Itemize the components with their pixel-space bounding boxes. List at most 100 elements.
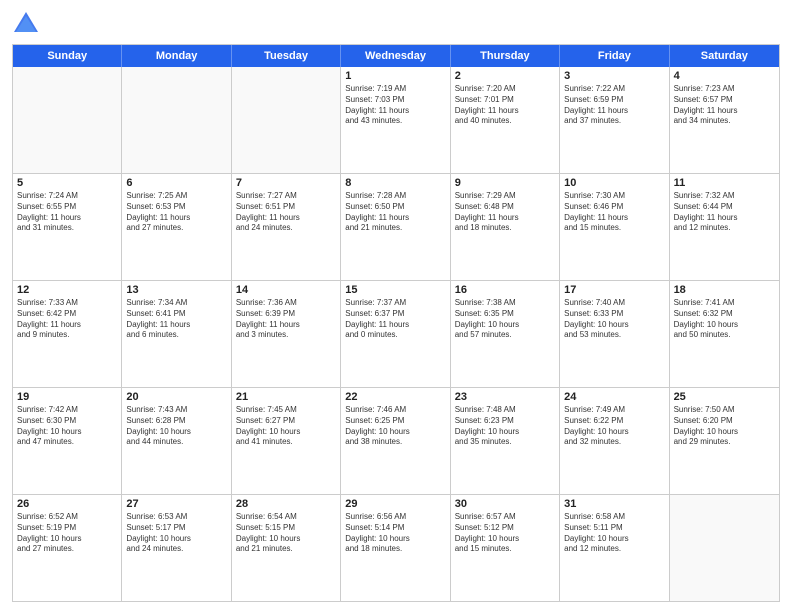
day-number: 26 <box>17 498 117 510</box>
calendar-body: 1Sunrise: 7:19 AM Sunset: 7:03 PM Daylig… <box>13 67 779 601</box>
header-day-wednesday: Wednesday <box>341 45 450 67</box>
day-cell-26: 26 Sunrise: 6:52 AM Sunset: 5:19 PM Dayli… <box>13 495 122 601</box>
day-number: 4 <box>674 70 775 82</box>
day-cell-22: 22Sunrise: 7:46 AM Sunset: 6:25 PM Dayli… <box>341 388 450 494</box>
day-cell-1: 1Sunrise: 7:19 AM Sunset: 7:03 PM Daylig… <box>341 67 450 173</box>
day-info: Sunrise: 6:53 AM Sunset: 5:17 PM Dayligh… <box>126 512 226 555</box>
day-number: 7 <box>236 177 336 189</box>
header-day-saturday: Saturday <box>670 45 779 67</box>
day-cell-2: 2Sunrise: 7:20 AM Sunset: 7:01 PM Daylig… <box>451 67 560 173</box>
day-cell-13: 13Sunrise: 7:34 AM Sunset: 6:41 PM Dayli… <box>122 281 231 387</box>
day-cell-16: 16Sunrise: 7:38 AM Sunset: 6:35 PM Dayli… <box>451 281 560 387</box>
day-number: 21 <box>236 391 336 403</box>
header-day-tuesday: Tuesday <box>232 45 341 67</box>
day-number: 28 <box>236 498 336 510</box>
day-cell-10: 10Sunrise: 7:30 AM Sunset: 6:46 PM Dayli… <box>560 174 669 280</box>
day-info: Sunrise: 7:20 AM Sunset: 7:01 PM Dayligh… <box>455 84 555 127</box>
day-info: Sunrise: 7:23 AM Sunset: 6:57 PM Dayligh… <box>674 84 775 127</box>
day-cell-6: 6Sunrise: 7:25 AM Sunset: 6:53 PM Daylig… <box>122 174 231 280</box>
day-info: Sunrise: 7:49 AM Sunset: 6:22 PM Dayligh… <box>564 405 664 448</box>
day-number: 5 <box>17 177 117 189</box>
day-info: Sunrise: 7:40 AM Sunset: 6:33 PM Dayligh… <box>564 298 664 341</box>
day-info: Sunrise: 7:27 AM Sunset: 6:51 PM Dayligh… <box>236 191 336 234</box>
day-number: 15 <box>345 284 445 296</box>
day-info: Sunrise: 7:29 AM Sunset: 6:48 PM Dayligh… <box>455 191 555 234</box>
day-cell-23: 23 Sunrise: 7:48 AM Sunset: 6:23 PM Dayli… <box>451 388 560 494</box>
day-number: 23 <box>455 391 555 403</box>
day-info: Sunrise: 6:57 AM Sunset: 5:12 PM Dayligh… <box>455 512 555 555</box>
day-number: 19 <box>17 391 117 403</box>
day-info: Sunrise: 7:45 AM Sunset: 6:27 PM Dayligh… <box>236 405 336 448</box>
day-cell-15: 15 Sunrise: 7:37 AM Sunset: 6:37 PM Dayli… <box>341 281 450 387</box>
day-info: Sunrise: 7:37 AM Sunset: 6:37 PM Dayligh… <box>345 298 445 341</box>
day-cell-27: 27Sunrise: 6:53 AM Sunset: 5:17 PM Dayli… <box>122 495 231 601</box>
day-number: 25 <box>674 391 775 403</box>
day-cell-25: 25 Sunrise: 7:50 AM Sunset: 6:20 PM Dayli… <box>670 388 779 494</box>
empty-cell <box>670 495 779 601</box>
calendar-row-0: 1Sunrise: 7:19 AM Sunset: 7:03 PM Daylig… <box>13 67 779 174</box>
calendar-row-4: 26 Sunrise: 6:52 AM Sunset: 5:19 PM Dayli… <box>13 495 779 601</box>
day-cell-18: 18 Sunrise: 7:41 AM Sunset: 6:32 PM Dayli… <box>670 281 779 387</box>
page: SundayMondayTuesdayWednesdayThursdayFrid… <box>0 0 792 612</box>
day-info: Sunrise: 7:36 AM Sunset: 6:39 PM Dayligh… <box>236 298 336 341</box>
day-info: Sunrise: 6:58 AM Sunset: 5:11 PM Dayligh… <box>564 512 664 555</box>
day-number: 20 <box>126 391 226 403</box>
calendar-header: SundayMondayTuesdayWednesdayThursdayFrid… <box>13 45 779 67</box>
calendar-row-3: 19 Sunrise: 7:42 AM Sunset: 6:30 PM Dayli… <box>13 388 779 495</box>
calendar-row-1: 5 Sunrise: 7:24 AM Sunset: 6:55 PM Daylig… <box>13 174 779 281</box>
day-number: 16 <box>455 284 555 296</box>
day-cell-29: 29 Sunrise: 6:56 AM Sunset: 5:14 PM Dayli… <box>341 495 450 601</box>
day-cell-14: 14Sunrise: 7:36 AM Sunset: 6:39 PM Dayli… <box>232 281 341 387</box>
day-number: 29 <box>345 498 445 510</box>
day-cell-11: 11Sunrise: 7:32 AM Sunset: 6:44 PM Dayli… <box>670 174 779 280</box>
day-number: 11 <box>674 177 775 189</box>
day-info: Sunrise: 7:41 AM Sunset: 6:32 PM Dayligh… <box>674 298 775 341</box>
day-cell-12: 12 Sunrise: 7:33 AM Sunset: 6:42 PM Dayli… <box>13 281 122 387</box>
header-day-friday: Friday <box>560 45 669 67</box>
day-cell-5: 5 Sunrise: 7:24 AM Sunset: 6:55 PM Daylig… <box>13 174 122 280</box>
day-info: Sunrise: 6:52 AM Sunset: 5:19 PM Dayligh… <box>17 512 117 555</box>
header-day-monday: Monday <box>122 45 231 67</box>
header-day-sunday: Sunday <box>13 45 122 67</box>
day-number: 3 <box>564 70 664 82</box>
logo <box>12 10 44 38</box>
logo-icon <box>12 10 40 38</box>
calendar-row-2: 12 Sunrise: 7:33 AM Sunset: 6:42 PM Dayli… <box>13 281 779 388</box>
day-cell-17: 17Sunrise: 7:40 AM Sunset: 6:33 PM Dayli… <box>560 281 669 387</box>
day-number: 12 <box>17 284 117 296</box>
day-info: Sunrise: 7:42 AM Sunset: 6:30 PM Dayligh… <box>17 405 117 448</box>
day-cell-7: 7 Sunrise: 7:27 AM Sunset: 6:51 PM Daylig… <box>232 174 341 280</box>
day-cell-9: 9 Sunrise: 7:29 AM Sunset: 6:48 PM Daylig… <box>451 174 560 280</box>
day-cell-19: 19 Sunrise: 7:42 AM Sunset: 6:30 PM Dayli… <box>13 388 122 494</box>
day-info: Sunrise: 7:48 AM Sunset: 6:23 PM Dayligh… <box>455 405 555 448</box>
empty-cell <box>232 67 341 173</box>
day-info: Sunrise: 7:34 AM Sunset: 6:41 PM Dayligh… <box>126 298 226 341</box>
day-cell-4: 4 Sunrise: 7:23 AM Sunset: 6:57 PM Daylig… <box>670 67 779 173</box>
day-cell-30: 30 Sunrise: 6:57 AM Sunset: 5:12 PM Dayli… <box>451 495 560 601</box>
day-info: Sunrise: 7:50 AM Sunset: 6:20 PM Dayligh… <box>674 405 775 448</box>
day-number: 18 <box>674 284 775 296</box>
day-number: 9 <box>455 177 555 189</box>
empty-cell <box>122 67 231 173</box>
calendar: SundayMondayTuesdayWednesdayThursdayFrid… <box>12 44 780 602</box>
day-number: 8 <box>345 177 445 189</box>
header-day-thursday: Thursday <box>451 45 560 67</box>
day-number: 1 <box>345 70 445 82</box>
day-cell-8: 8 Sunrise: 7:28 AM Sunset: 6:50 PM Daylig… <box>341 174 450 280</box>
day-info: Sunrise: 7:24 AM Sunset: 6:55 PM Dayligh… <box>17 191 117 234</box>
day-info: Sunrise: 6:56 AM Sunset: 5:14 PM Dayligh… <box>345 512 445 555</box>
day-number: 30 <box>455 498 555 510</box>
day-info: Sunrise: 7:28 AM Sunset: 6:50 PM Dayligh… <box>345 191 445 234</box>
day-info: Sunrise: 7:22 AM Sunset: 6:59 PM Dayligh… <box>564 84 664 127</box>
day-info: Sunrise: 7:43 AM Sunset: 6:28 PM Dayligh… <box>126 405 226 448</box>
header <box>12 10 780 38</box>
day-number: 6 <box>126 177 226 189</box>
day-cell-21: 21 Sunrise: 7:45 AM Sunset: 6:27 PM Dayli… <box>232 388 341 494</box>
day-cell-3: 3 Sunrise: 7:22 AM Sunset: 6:59 PM Daylig… <box>560 67 669 173</box>
day-cell-20: 20 Sunrise: 7:43 AM Sunset: 6:28 PM Dayli… <box>122 388 231 494</box>
day-info: Sunrise: 7:46 AM Sunset: 6:25 PM Dayligh… <box>345 405 445 448</box>
day-number: 31 <box>564 498 664 510</box>
day-cell-31: 31 Sunrise: 6:58 AM Sunset: 5:11 PM Dayli… <box>560 495 669 601</box>
day-info: Sunrise: 7:33 AM Sunset: 6:42 PM Dayligh… <box>17 298 117 341</box>
day-info: Sunrise: 6:54 AM Sunset: 5:15 PM Dayligh… <box>236 512 336 555</box>
